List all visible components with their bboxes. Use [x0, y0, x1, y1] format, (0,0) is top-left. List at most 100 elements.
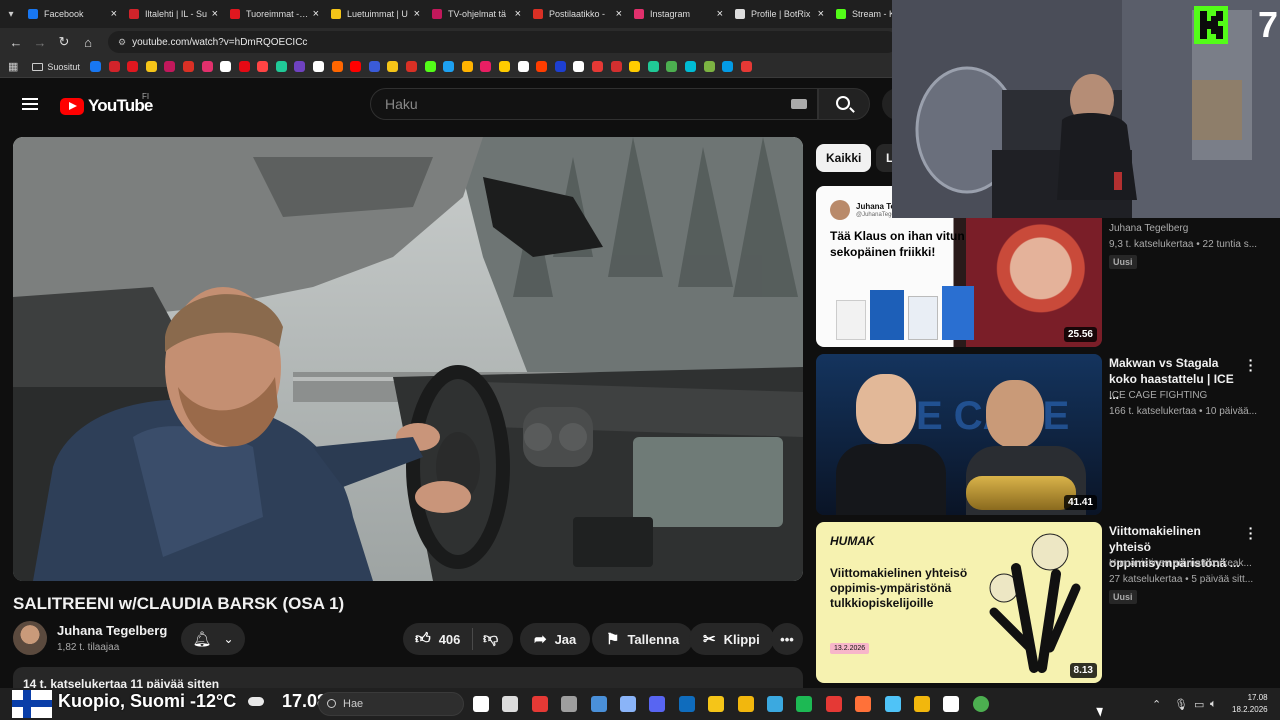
bookmark-favicon-icon[interactable]: [573, 61, 585, 72]
bookmark-favicon-icon[interactable]: [480, 61, 492, 72]
firefox-icon[interactable]: [855, 696, 872, 712]
task-view-icon[interactable]: [884, 696, 901, 712]
chrome-icon[interactable]: [972, 696, 989, 712]
browser-tab[interactable]: Iltalehti | IL - Su ×: [123, 0, 224, 28]
chrome-canary-icon[interactable]: [531, 696, 548, 712]
search-input[interactable]: Haku: [370, 88, 818, 120]
bookmark-favicon-icon[interactable]: [145, 61, 157, 72]
bookmark-favicon-icon[interactable]: [275, 61, 287, 72]
bookmark-favicon-icon[interactable]: [238, 61, 250, 72]
subscription-bell-button[interactable]: 🔔︎ ⌄: [181, 623, 245, 655]
bookmark-favicon-icon[interactable]: [703, 61, 715, 72]
volume-icon[interactable]: 🔈︎: [1210, 698, 1217, 711]
files-icon[interactable]: [737, 696, 754, 712]
bookmark-favicon-icon[interactable]: [499, 61, 510, 72]
spotify-icon[interactable]: [796, 696, 813, 712]
recommendation-channel[interactable]: ICE CAGE FIGHTING: [1109, 390, 1259, 401]
apps-grid-icon[interactable]: ▦: [8, 60, 18, 73]
tab-search-chevron-icon[interactable]: ▾: [0, 9, 22, 20]
close-tab-icon[interactable]: ×: [414, 8, 420, 20]
chip-all[interactable]: Kaikki: [816, 144, 872, 172]
close-tab-icon[interactable]: ×: [717, 8, 723, 20]
browser-tab[interactable]: Instagram ×: [628, 0, 729, 28]
channel-avatar[interactable]: [13, 621, 47, 655]
reload-icon[interactable]: ↻: [52, 34, 76, 50]
calculator-icon[interactable]: [590, 696, 607, 712]
browser-tab[interactable]: Tuoreimmat - IS ×: [224, 0, 325, 28]
browser-tab[interactable]: Luetuimmat | U ×: [325, 0, 426, 28]
bookmark-favicon-icon[interactable]: [424, 61, 436, 72]
bookmark-favicon-icon[interactable]: [722, 61, 734, 72]
recommendation-thumbnail[interactable]: HUMAK Viittomakielinen yhteisö oppimis-y…: [816, 522, 1102, 683]
microphone-icon[interactable]: 🎙︎: [1174, 698, 1188, 711]
bookmark-favicon-icon[interactable]: [684, 61, 696, 72]
bookmark-favicon-icon[interactable]: [257, 61, 269, 72]
taskbar-search-input[interactable]: Hae: [318, 692, 464, 716]
bookmark-favicon-icon[interactable]: [536, 61, 548, 72]
weather-widget[interactable]: Kuopio, Suomi -12°C: [58, 691, 236, 712]
bookmark-favicon-icon[interactable]: [406, 61, 418, 72]
bookmark-favicon-icon[interactable]: [313, 61, 325, 72]
bookmark-folder-suositut[interactable]: Suositut: [32, 62, 80, 72]
youtube-logo[interactable]: YouTube: [60, 96, 153, 116]
more-vertical-icon[interactable]: · · ·: [1246, 353, 1256, 377]
bookmark-favicon-icon[interactable]: [350, 61, 362, 72]
bookmark-favicon-icon[interactable]: [666, 61, 678, 72]
close-tab-icon[interactable]: ×: [313, 8, 319, 20]
home-icon[interactable]: ⌂: [76, 35, 100, 50]
bookmark-favicon-icon[interactable]: [201, 61, 213, 72]
keyboard-icon[interactable]: [791, 99, 807, 109]
recommendation-thumbnail[interactable]: ICE CAGE 41.41: [816, 354, 1102, 515]
settings-icon[interactable]: [620, 696, 636, 712]
snipping-icon[interactable]: [825, 696, 842, 712]
bookmark-favicon-icon[interactable]: [220, 61, 232, 72]
edge-icon[interactable]: [767, 696, 783, 712]
bookmark-favicon-icon[interactable]: [443, 61, 455, 72]
close-tab-icon[interactable]: ×: [616, 8, 622, 20]
notepad-icon[interactable]: [561, 696, 578, 712]
site-info-icon[interactable]: ⚙: [118, 37, 126, 48]
bookmark-favicon-icon[interactable]: [108, 61, 120, 72]
forward-arrow-icon[interactable]: →: [28, 35, 52, 50]
recommendation-channel[interactable]: Humanistinen ammattikorkeak...: [1109, 558, 1259, 569]
bookmark-favicon-icon[interactable]: [89, 61, 101, 72]
close-tab-icon[interactable]: ×: [212, 8, 218, 20]
copilot-icon[interactable]: [502, 696, 519, 712]
bookmark-favicon-icon[interactable]: [164, 61, 176, 72]
recommendation-channel[interactable]: Juhana Tegelberg: [1109, 223, 1259, 234]
close-tab-icon[interactable]: ×: [515, 8, 521, 20]
browser-tab[interactable]: Postilaatikko - ×: [527, 0, 628, 28]
browser-tab[interactable]: Profile | BotRix ×: [729, 0, 830, 28]
bookmark-favicon-icon[interactable]: [387, 61, 399, 72]
bookmark-favicon-icon[interactable]: [629, 61, 641, 72]
display-icon[interactable]: ▭: [1194, 698, 1204, 711]
bookmark-favicon-icon[interactable]: [127, 61, 139, 72]
outlook-icon[interactable]: [678, 696, 695, 712]
browser-tab[interactable]: TV-ohjelmat tä ×: [426, 0, 527, 28]
menu-hamburger-icon[interactable]: [22, 98, 38, 110]
channel-name[interactable]: Juhana Tegelberg: [57, 623, 167, 638]
bookmark-favicon-icon[interactable]: [461, 61, 473, 72]
share-button[interactable]: ➦ Jaa: [520, 623, 591, 655]
close-tab-icon[interactable]: ×: [111, 8, 117, 20]
save-button[interactable]: ⚑ Tallenna: [592, 623, 694, 655]
more-actions-button[interactable]: •••: [771, 623, 803, 655]
browser-tab[interactable]: Facebook ×: [22, 0, 123, 28]
steam-icon[interactable]: [943, 696, 960, 712]
close-tab-icon[interactable]: ×: [818, 8, 824, 20]
like-button[interactable]: 👍︎ 406: [403, 628, 473, 650]
bookmark-favicon-icon[interactable]: [331, 61, 343, 72]
bookmark-favicon-icon[interactable]: [647, 61, 659, 72]
chart-icon[interactable]: [473, 696, 489, 712]
bookmark-favicon-icon[interactable]: [517, 61, 529, 72]
chevron-up-icon[interactable]: ⌃: [1152, 698, 1161, 711]
finland-flag-icon[interactable]: [12, 690, 52, 718]
bookmark-favicon-icon[interactable]: [294, 61, 306, 72]
bookmark-favicon-icon[interactable]: [740, 61, 752, 72]
bookmark-favicon-icon[interactable]: [182, 61, 194, 72]
explorer-icon[interactable]: [914, 696, 930, 712]
video-player[interactable]: [13, 137, 803, 581]
bookmark-favicon-icon[interactable]: [554, 61, 566, 72]
clip-button[interactable]: ✂ Klippi: [689, 623, 774, 655]
bookmark-favicon-icon[interactable]: [610, 61, 622, 72]
